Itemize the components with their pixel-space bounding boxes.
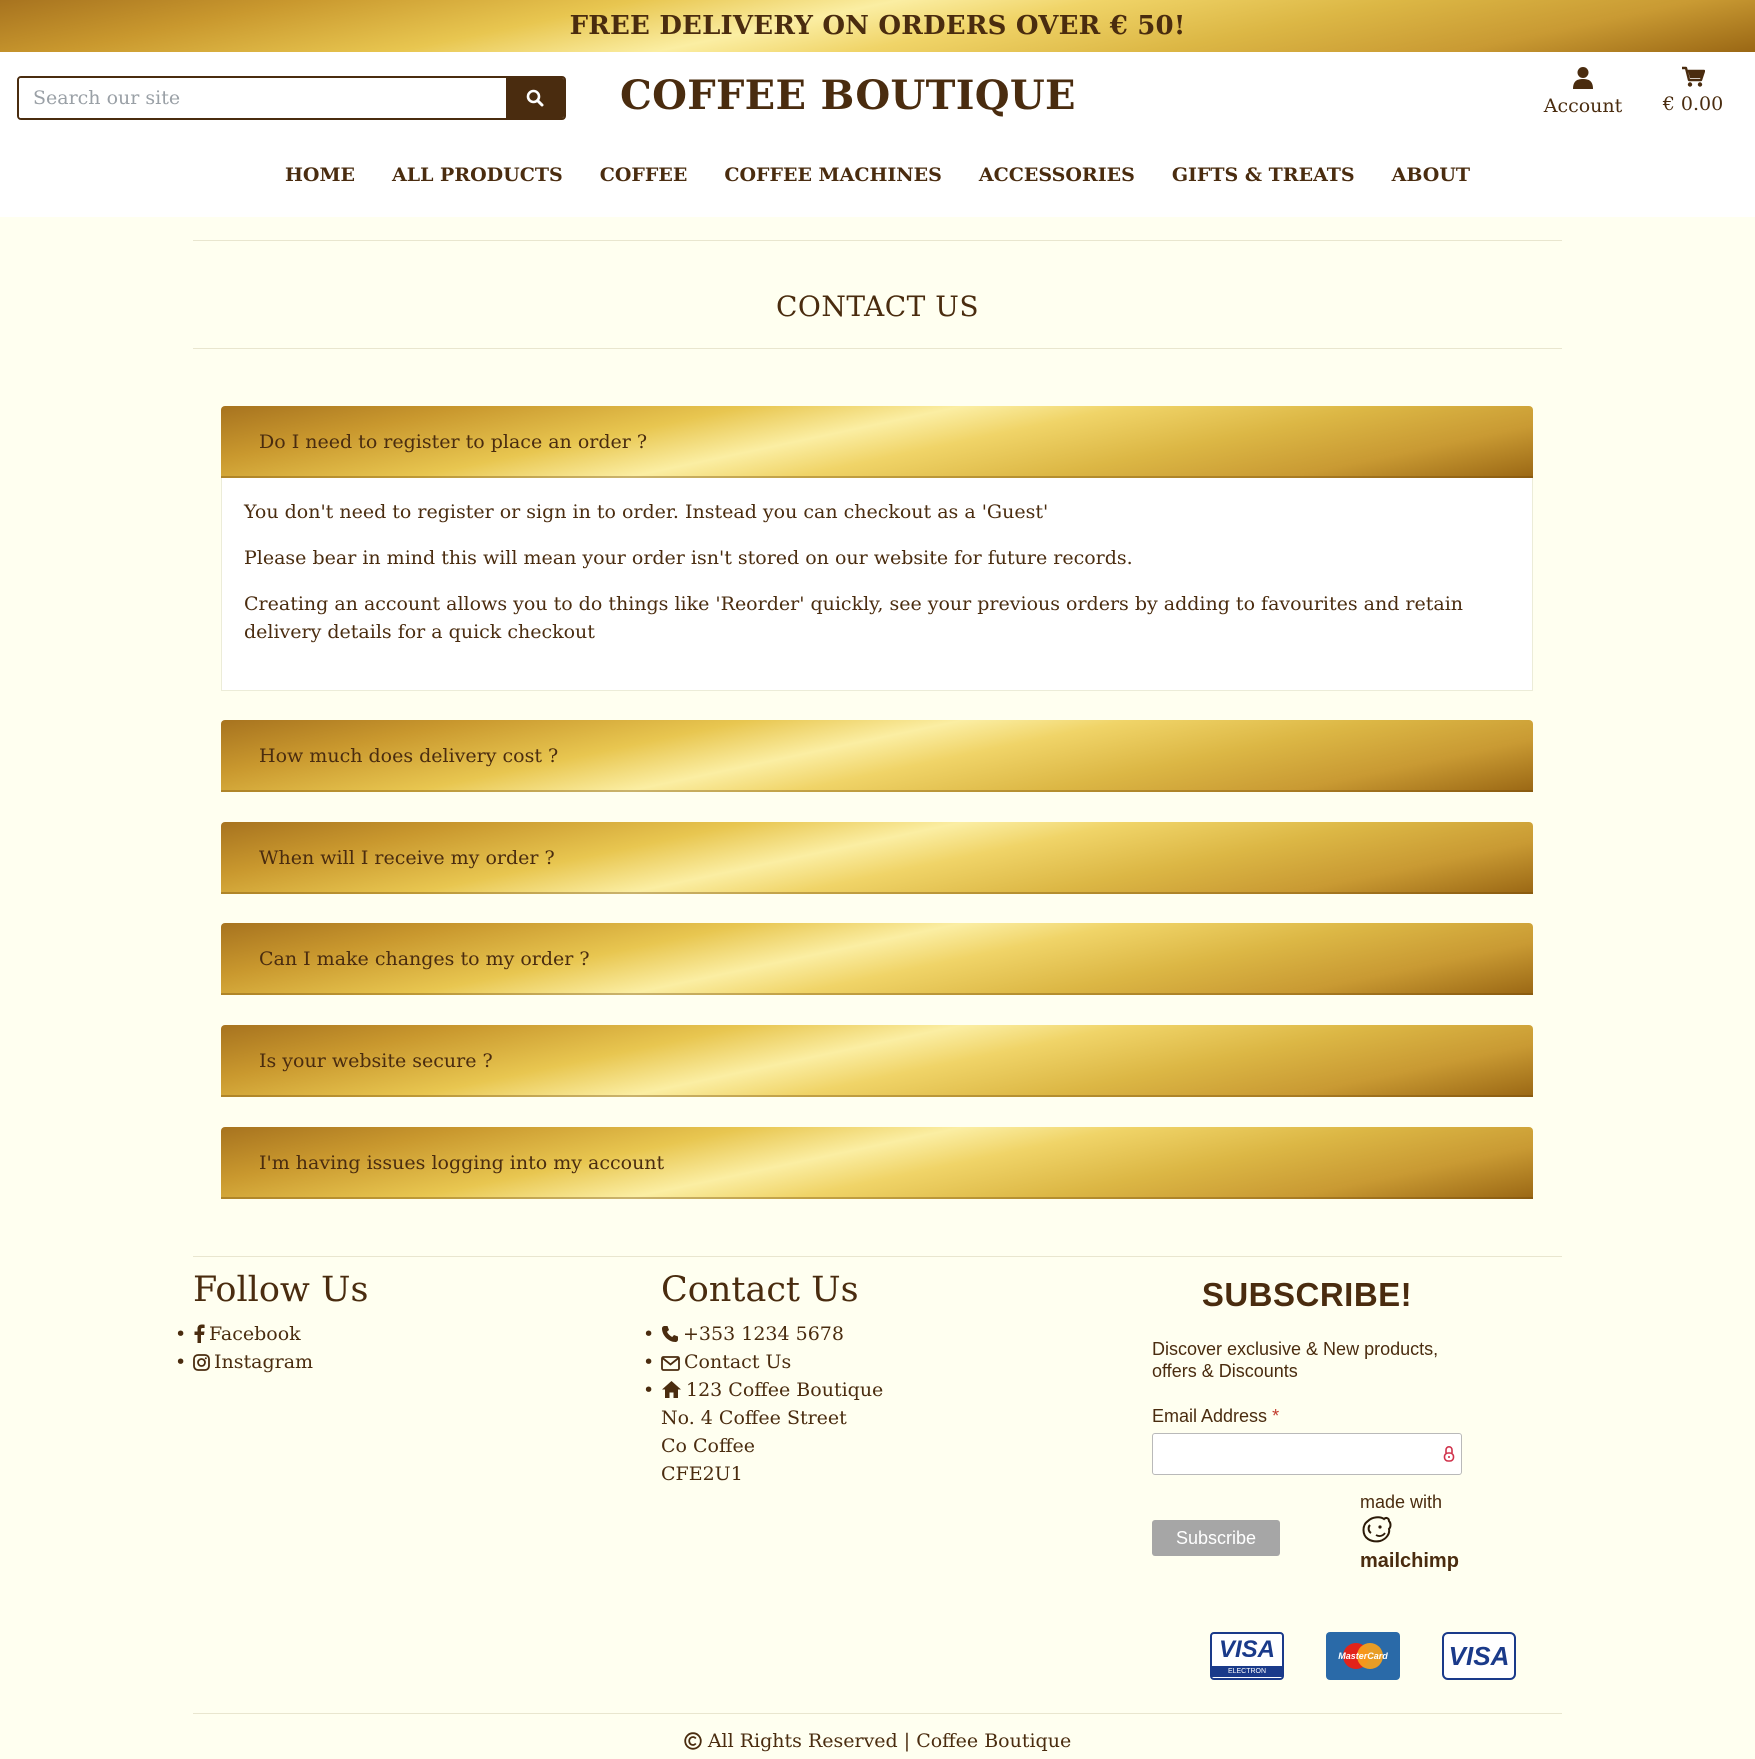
cart-total: € 0.00 (1662, 93, 1724, 115)
footer-bottom-divider (193, 1713, 1562, 1714)
made-with-text: made with (1360, 1492, 1443, 1512)
instagram-link[interactable]: Instagram (175, 1348, 368, 1376)
mailchimp-badge[interactable]: made with mailchimp (1360, 1492, 1459, 1573)
contact-title: Contact Us (661, 1270, 859, 1310)
copyright: All Rights Reserved | Coffee Boutique (0, 1730, 1755, 1752)
visa-electron-label: VISA (1218, 1635, 1275, 1663)
main-nav: HOME ALL PRODUCTS COFFEE COFFEE MACHINES… (0, 164, 1755, 186)
copyright-icon (684, 1732, 702, 1750)
faq-answer-paragraph: Please bear in mind this will mean your … (244, 547, 1133, 569)
faq-question-register[interactable]: Do I need to register to place an order … (221, 406, 1533, 478)
address-line: CFE2U1 (661, 1463, 743, 1485)
search-button[interactable] (506, 78, 564, 118)
account-link[interactable]: Account (1540, 66, 1626, 117)
address-line: Co Coffee (661, 1435, 755, 1457)
page-title: CONTACT US (775, 290, 980, 323)
lock-icon (1443, 1445, 1455, 1462)
divider (193, 240, 1562, 241)
promo-banner: FREE DELIVERY ON ORDERS OVER € 50! (0, 0, 1755, 52)
subscribe-description: Discover exclusive & New products, offer… (1152, 1339, 1439, 1381)
account-label: Account (1543, 95, 1623, 117)
search-input[interactable] (19, 78, 506, 118)
faq-answer-register: You don't need to register or sign in to… (221, 478, 1533, 691)
faq-question-text: How much does delivery cost ? (259, 745, 559, 767)
subscribe-form: SUBSCRIBE! Discover exclusive & New prod… (1152, 1270, 1462, 1572)
nav-coffee-machines[interactable]: COFFEE MACHINES (724, 164, 942, 186)
subscribe-button[interactable]: Subscribe (1152, 1520, 1280, 1556)
home-icon (662, 1381, 681, 1398)
email-label-text: Email Address (1152, 1406, 1268, 1426)
nav-about[interactable]: ABOUT (1392, 164, 1470, 186)
facebook-link[interactable]: Facebook (175, 1320, 368, 1348)
mailchimp-wordmark: mailchimp (1360, 1550, 1459, 1572)
faq-question-delivery-cost[interactable]: How much does delivery cost ? (221, 720, 1533, 792)
instagram-icon (193, 1354, 210, 1371)
follow-us-section: Follow Us Facebook Instagram (175, 1270, 369, 1376)
faq-question-text: Do I need to register to place an order … (259, 431, 648, 453)
mailchimp-logo-icon (1362, 1516, 1392, 1543)
faq-answer-paragraph: You don't need to register or sign in to… (244, 501, 1049, 523)
faq-question-change-order[interactable]: Can I make changes to my order ? (221, 923, 1533, 995)
visa-electron-card: VISA ELECTRON (1210, 1632, 1284, 1680)
facebook-label: Facebook (209, 1323, 301, 1345)
site-header: COFFEE BOUTIQUE Account € 0.00 HOME ALL … (0, 52, 1755, 217)
cart-link[interactable]: € 0.00 (1660, 66, 1726, 115)
divider (193, 348, 1562, 349)
promo-text: FREE DELIVERY ON ORDERS OVER € 50! (569, 11, 1186, 41)
search-icon (526, 89, 544, 107)
contact-link-label: Contact Us (684, 1351, 792, 1373)
address-item: 123 Coffee Boutique (643, 1376, 884, 1404)
nav-all-products[interactable]: ALL PRODUCTS (392, 164, 563, 186)
mastercard-card: MasterCard (1326, 1632, 1400, 1680)
faq-question-text: I'm having issues logging into my accoun… (259, 1152, 665, 1174)
user-icon (1573, 67, 1593, 89)
visa-card: VISA (1442, 1632, 1516, 1680)
faq-question-text: Can I make changes to my order ? (259, 948, 590, 970)
nav-coffee[interactable]: COFFEE (600, 164, 688, 186)
electron-label: ELECTRON (1212, 1665, 1282, 1677)
faq-question-text: When will I receive my order ? (259, 847, 555, 869)
facebook-icon (194, 1324, 205, 1343)
address-line: 123 Coffee Boutique (686, 1379, 884, 1401)
phone-icon (662, 1326, 678, 1342)
faq-question-text: Is your website secure ? (259, 1050, 493, 1072)
faq-question-secure[interactable]: Is your website secure ? (221, 1025, 1533, 1097)
envelope-icon (661, 1356, 680, 1371)
email-label: Email Address * (1152, 1406, 1462, 1427)
nav-accessories[interactable]: ACCESSORIES (979, 164, 1135, 186)
email-field[interactable] (1152, 1433, 1462, 1475)
instagram-label: Instagram (214, 1351, 314, 1373)
mastercard-label: MasterCard (1338, 1651, 1388, 1661)
site-logo[interactable]: COFFEE BOUTIQUE (620, 72, 1076, 119)
faq-answer-paragraph: Creating an account allows you to do thi… (244, 593, 1464, 643)
contact-link[interactable]: Contact Us (643, 1348, 883, 1376)
required-mark: * (1272, 1406, 1280, 1426)
nav-home[interactable]: HOME (285, 164, 355, 186)
address-line: No. 4 Coffee Street (661, 1407, 847, 1429)
nav-gifts-treats[interactable]: GIFTS & TREATS (1172, 164, 1355, 186)
subscribe-title: SUBSCRIBE! (1201, 1276, 1413, 1313)
phone-item[interactable]: +353 1234 5678 (643, 1320, 883, 1348)
phone-number: +353 1234 5678 (683, 1323, 844, 1345)
search-form (17, 76, 566, 120)
visa-label: VISA (1448, 1640, 1510, 1671)
copyright-text: All Rights Reserved | Coffee Boutique (707, 1730, 1072, 1752)
footer-divider (193, 1256, 1562, 1257)
contact-section: Contact Us +353 1234 5678 Contact Us 123… (643, 1270, 884, 1488)
faq-question-receive-order[interactable]: When will I receive my order ? (221, 822, 1533, 894)
payment-cards: VISA ELECTRON MasterCard VISA (1210, 1632, 1516, 1680)
follow-us-title: Follow Us (193, 1270, 369, 1310)
faq-question-login-issues[interactable]: I'm having issues logging into my accoun… (221, 1127, 1533, 1199)
cart-icon (1682, 66, 1706, 87)
